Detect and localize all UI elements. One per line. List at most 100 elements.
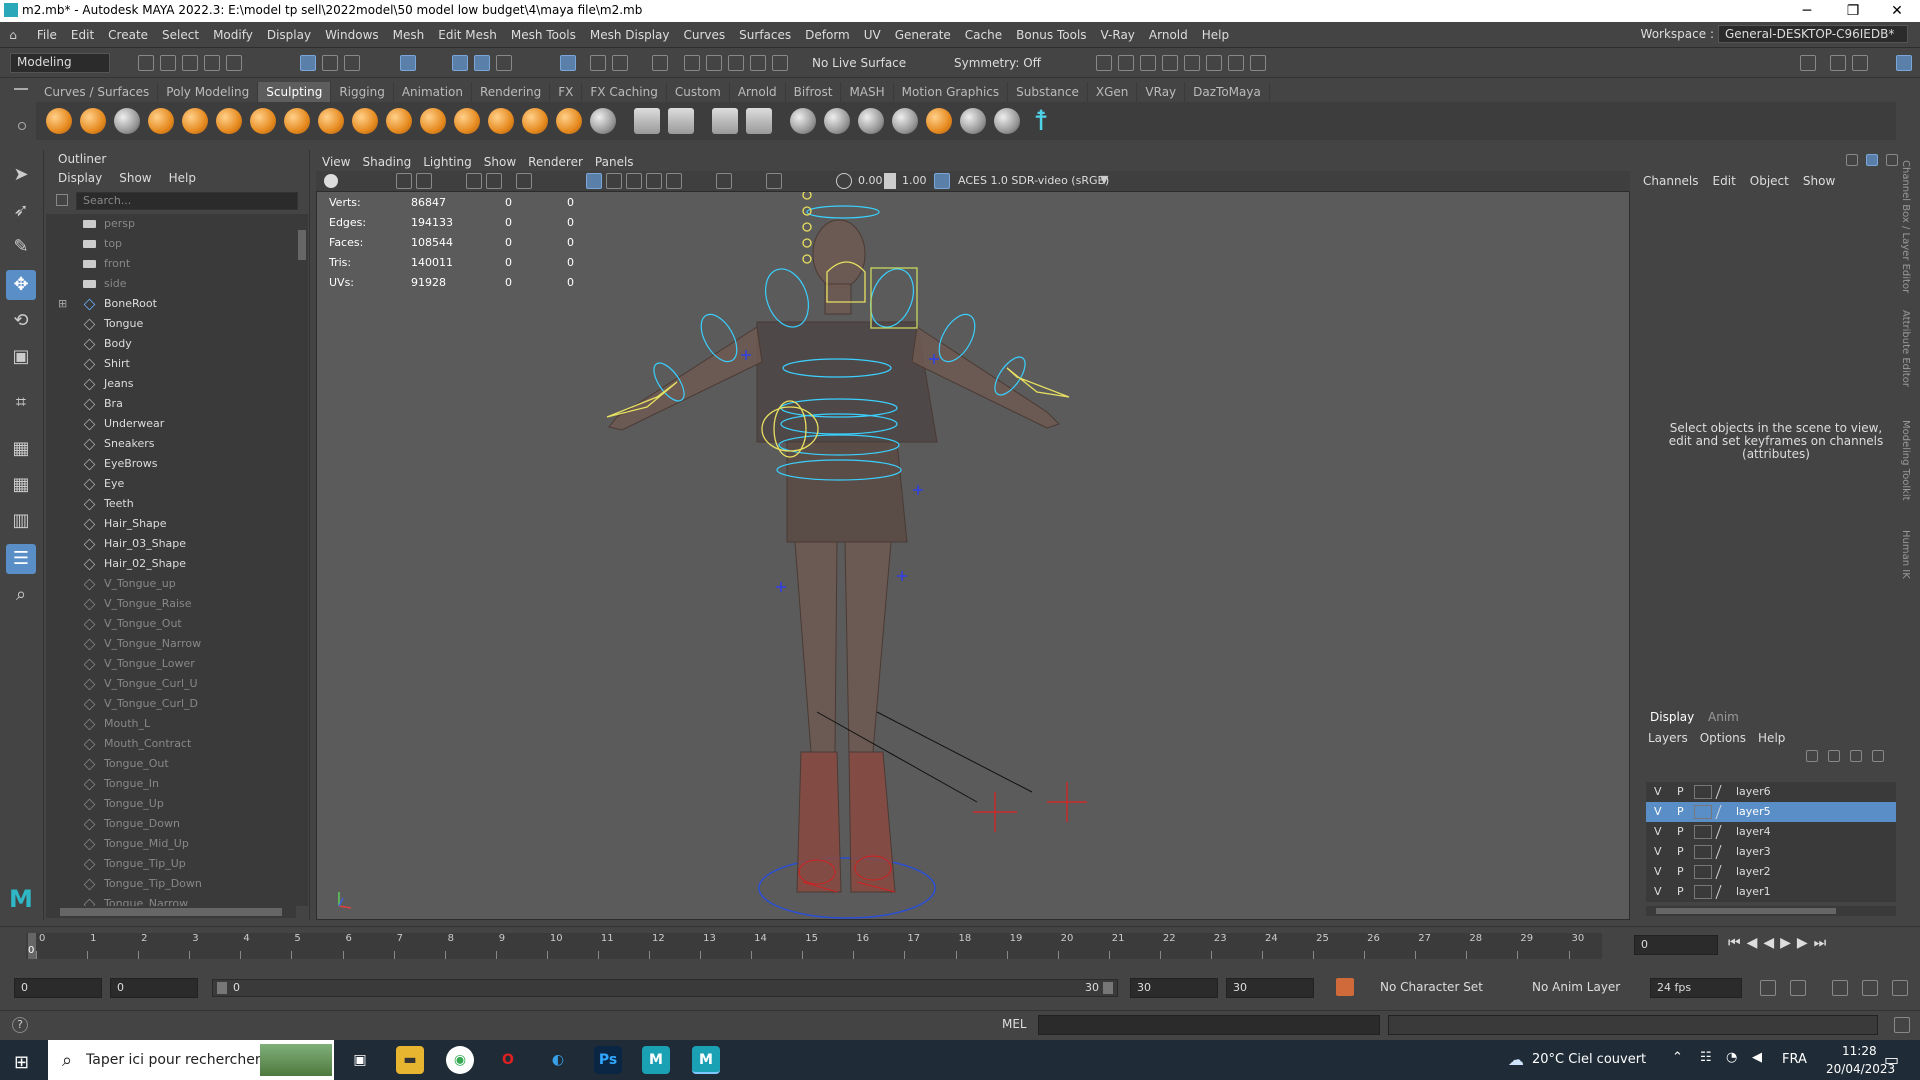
playback-start-field[interactable]: 0 — [110, 978, 198, 998]
notifications-icon[interactable]: ▭ — [1884, 1050, 1899, 1069]
outliner-search-input[interactable]: Search... — [76, 192, 298, 210]
menu-deform[interactable]: Deform — [798, 22, 857, 48]
playback-toggle[interactable]: P — [1677, 802, 1684, 822]
anim-layer-dropdown[interactable]: No Anim Layer — [1532, 980, 1620, 994]
outliner-item[interactable]: Shirt — [46, 354, 296, 374]
shelf-tab-motion-graphics[interactable]: Motion Graphics — [894, 82, 1009, 102]
file-explorer-icon[interactable]: ▬ — [396, 1046, 424, 1074]
persp-outliner-icon[interactable]: ▥ — [6, 506, 36, 536]
layout-icon[interactable] — [1852, 55, 1868, 71]
layer-row[interactable]: V Player4 — [1646, 822, 1896, 842]
render-icon[interactable] — [1162, 55, 1178, 71]
menu-mesh-tools[interactable]: Mesh Tools — [504, 22, 583, 48]
skeleton-icon[interactable] — [960, 108, 986, 134]
menu-v-ray[interactable]: V-Ray — [1094, 22, 1142, 48]
chrome-icon[interactable]: ◉ — [446, 1046, 474, 1074]
workspace-selector[interactable]: Workspace : General-DESKTOP-C96IEDB* — [1641, 25, 1908, 43]
viewport-menu-view[interactable]: View — [316, 153, 356, 171]
spray-tool-icon[interactable] — [284, 108, 310, 134]
time-slider[interactable]: 0 0 1 2 3 4 5 6 7 8 9 10 11 12 13 14 15 16 17 18 19 20 21 22 23… — [0, 926, 1920, 962]
shelf-tab-xgen[interactable]: XGen — [1088, 82, 1138, 102]
layer-color-swatch[interactable] — [1694, 885, 1712, 899]
fill-tool-icon[interactable] — [454, 108, 480, 134]
shelf-tab-poly-modeling[interactable]: Poly Modeling — [158, 82, 259, 102]
visibility-toggle[interactable]: V — [1654, 822, 1662, 842]
render-icon[interactable] — [1140, 55, 1156, 71]
film-gate-icon[interactable] — [486, 173, 502, 189]
mask-icon[interactable] — [474, 55, 490, 71]
maya-taskbar-icon-active[interactable]: M — [692, 1046, 720, 1074]
pinch-tool-icon[interactable] — [182, 108, 208, 134]
visibility-toggle[interactable]: V — [1654, 802, 1662, 822]
layer-color-swatch[interactable] — [1694, 845, 1712, 859]
wax-tool-icon[interactable] — [386, 108, 412, 134]
visibility-toggle[interactable]: V — [1654, 862, 1662, 882]
flatten-tool-icon[interactable] — [216, 108, 242, 134]
channel-box-icon[interactable] — [1846, 154, 1858, 166]
shelf-tab-substance[interactable]: Substance — [1008, 82, 1088, 102]
outliner-item[interactable]: Tongue_Tip_Up — [46, 854, 296, 874]
outliner-hscrollbar[interactable] — [46, 906, 296, 918]
snap-icon[interactable] — [728, 55, 744, 71]
smooth-shade-icon[interactable] — [606, 173, 622, 189]
menu-arnold[interactable]: Arnold — [1142, 22, 1195, 48]
outliner-item[interactable]: Underwear — [46, 414, 296, 434]
channel-box-menu-edit[interactable]: Edit — [1706, 170, 1743, 192]
playback-controls[interactable]: ⏮◀◀▶▶⏭ — [1728, 935, 1832, 951]
outliner-item[interactable]: ⊞ BoneRoot — [46, 294, 296, 314]
layer-color-swatch[interactable] — [1694, 785, 1712, 799]
menu-cache[interactable]: Cache — [958, 22, 1009, 48]
character-set-dropdown[interactable]: No Character Set — [1380, 980, 1483, 994]
outliner-item[interactable]: Eye — [46, 474, 296, 494]
outliner-item[interactable]: Tongue_Out — [46, 754, 296, 774]
shelf-tab-custom[interactable]: Custom — [667, 82, 730, 102]
playback-end-field[interactable]: 30 — [1130, 978, 1218, 998]
select-by-object-icon[interactable] — [322, 55, 338, 71]
snap-icon[interactable] — [750, 55, 766, 71]
outliner-item[interactable]: Hair_03_Shape — [46, 534, 296, 554]
playback-toggle[interactable]: P — [1677, 842, 1684, 862]
layer-menu-help[interactable]: Help — [1752, 728, 1791, 748]
isolate-icon[interactable] — [766, 173, 782, 189]
custom-tool-icon[interactable] — [790, 108, 816, 134]
outliner-scrollbar[interactable] — [296, 214, 308, 906]
tray-chevron-icon[interactable]: ⌃ — [1672, 1050, 1683, 1065]
menu-windows[interactable]: Windows — [318, 22, 386, 48]
range-handle-right[interactable] — [1103, 982, 1113, 994]
four-view-icon[interactable]: ▦ — [6, 470, 36, 500]
menu-uv[interactable]: UV — [857, 22, 888, 48]
resolution-gate-icon[interactable] — [516, 173, 532, 189]
t-pose-icon[interactable]: ☨ — [1028, 107, 1054, 135]
outliner-item[interactable]: Tongue — [46, 314, 296, 334]
imprint-tool-icon[interactable] — [352, 108, 378, 134]
outliner-item[interactable]: Mouth_Contract — [46, 734, 296, 754]
visibility-toggle[interactable]: V — [1654, 782, 1662, 802]
animation-start-field[interactable]: 0 — [14, 978, 102, 998]
knife-tool-icon[interactable] — [488, 108, 514, 134]
lights-icon[interactable] — [646, 173, 662, 189]
outliner-menu-help[interactable]: Help — [157, 168, 201, 188]
layer-color-swatch[interactable] — [1694, 805, 1712, 819]
layer-color-swatch[interactable] — [1694, 865, 1712, 879]
side-tab[interactable]: Channel Box / Layer Editor — [1900, 160, 1911, 293]
expand-icon[interactable]: ⊞ — [58, 294, 67, 314]
side-tab[interactable]: Modeling Toolkit — [1900, 420, 1911, 501]
move-layer-up-icon[interactable] — [1806, 750, 1818, 762]
layer-row[interactable]: V Player5 — [1646, 802, 1896, 822]
menu-curves[interactable]: Curves — [677, 22, 733, 48]
shelf-tab-daztomaya[interactable]: DazToMaya — [1185, 82, 1270, 102]
outliner-item[interactable]: Teeth — [46, 494, 296, 514]
viewport-menu-renderer[interactable]: Renderer — [522, 153, 589, 171]
rotate-tool-icon[interactable]: ⟲ — [6, 306, 36, 336]
outliner-item[interactable]: side — [46, 274, 296, 294]
last-tool-icon[interactable]: ⌗ — [6, 388, 36, 418]
layer-row[interactable]: V Player2 — [1646, 862, 1896, 882]
menu-mesh[interactable]: Mesh — [386, 22, 432, 48]
attribute-editor-icon[interactable] — [1866, 154, 1878, 166]
shelf-tab-animation[interactable]: Animation — [394, 82, 472, 102]
shelf-tab-fx-caching[interactable]: FX Caching — [582, 82, 667, 102]
tab-display[interactable]: Display — [1650, 710, 1694, 724]
mask-icon[interactable] — [400, 55, 416, 71]
channel-box-menu-show[interactable]: Show — [1796, 170, 1842, 192]
gamma-icon[interactable] — [884, 173, 896, 189]
